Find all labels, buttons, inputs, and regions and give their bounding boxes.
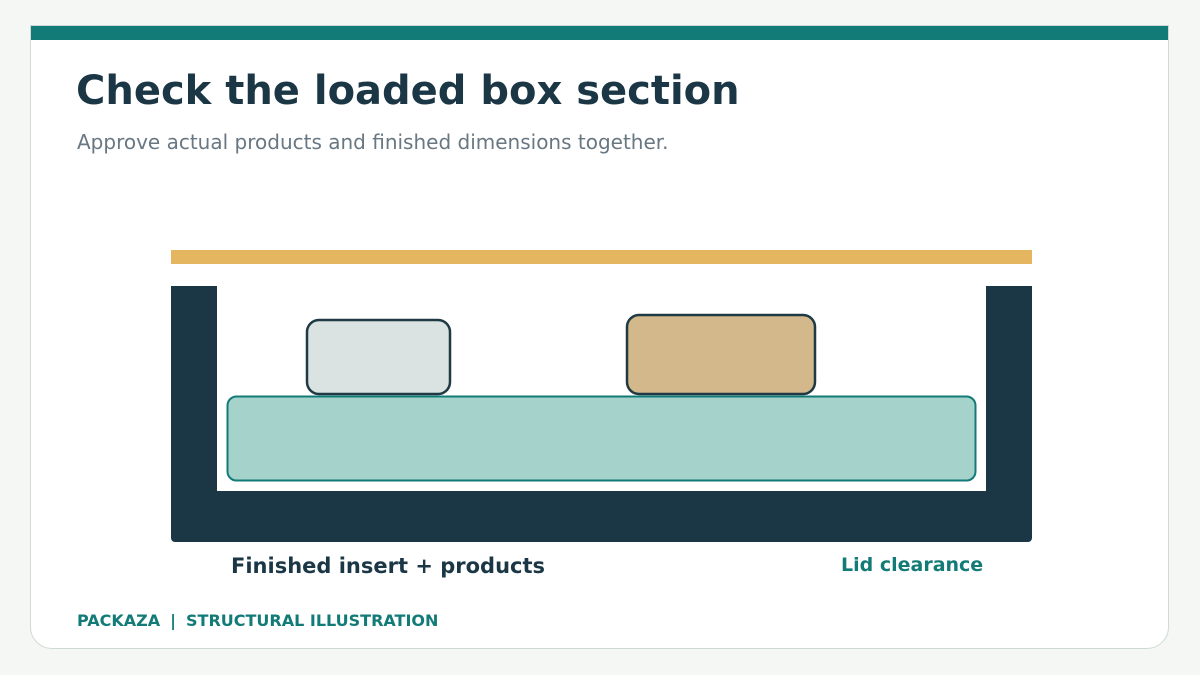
product-left <box>305 318 452 396</box>
footer-brand: PACKAZA <box>77 611 161 630</box>
insert <box>226 395 977 482</box>
footer-tag: STRUCTURAL ILLUSTRATION <box>186 611 439 630</box>
insert-products-label: Finished insert + products <box>231 554 545 578</box>
product-right <box>625 313 817 396</box>
box-section-diagram: Finished insert + products Lid clearance <box>171 250 1032 578</box>
lid <box>171 250 1032 264</box>
box-wall-left <box>171 286 217 496</box>
box-base <box>171 491 1032 542</box>
footer: PACKAZA | STRUCTURAL ILLUSTRATION <box>77 611 438 630</box>
footer-separator: | <box>170 611 176 630</box>
lid-clearance-label: Lid clearance <box>841 554 983 576</box>
slide-card: Check the loaded box section Approve act… <box>30 25 1169 649</box>
box-wall-right <box>986 286 1032 496</box>
